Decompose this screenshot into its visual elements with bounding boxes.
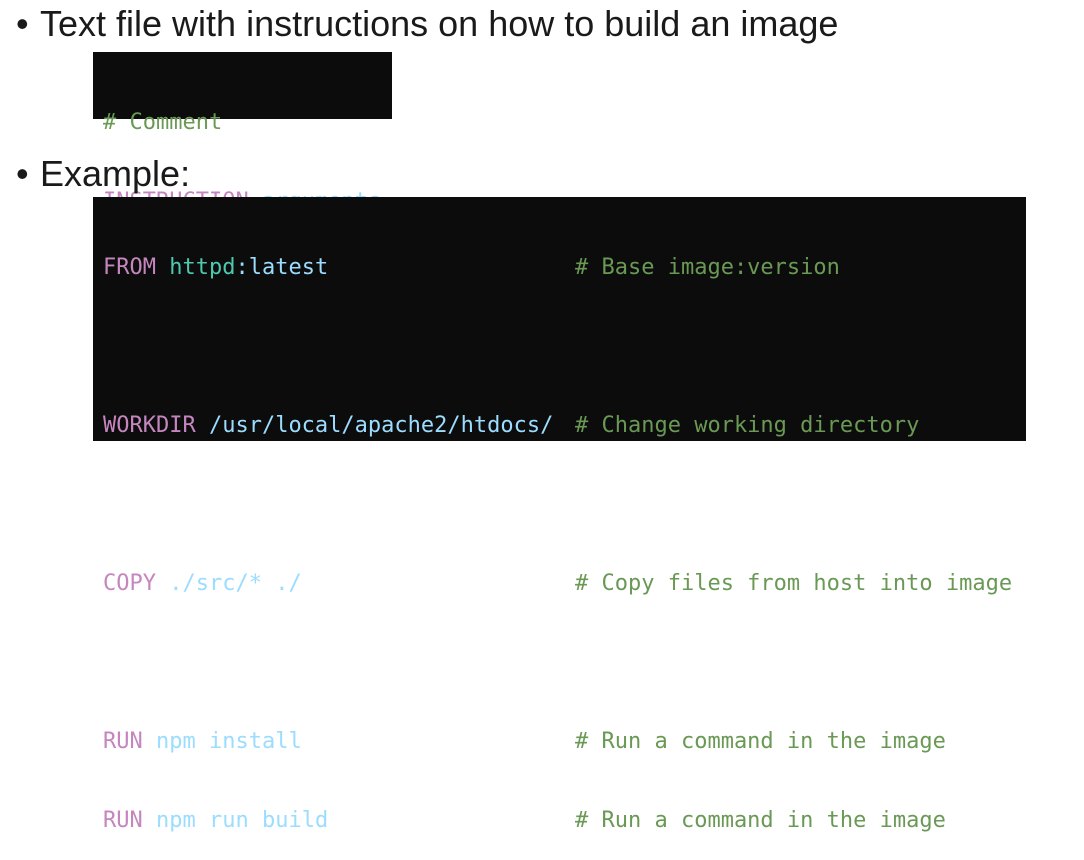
code-line-copy: COPY ./src/* ./ # Copy files from host in… bbox=[103, 569, 1016, 598]
syntax-comment: # Comment bbox=[103, 110, 223, 135]
code-line-run-build: RUN npm run build # Run a command in the … bbox=[103, 806, 1016, 835]
example-code-block: FROM httpd:latest # Base image:version WO… bbox=[93, 197, 1026, 833]
code-keyword: RUN bbox=[103, 729, 143, 754]
bullet-dot: • bbox=[16, 3, 29, 44]
code-comment: # Run a command in the image bbox=[575, 808, 946, 833]
code-keyword: WORKDIR bbox=[103, 413, 196, 438]
code-line-workdir: WORKDIR /usr/local/apache2/htdocs/ # Chan… bbox=[103, 411, 1016, 440]
code-comment: # Copy files from host into image bbox=[575, 571, 1013, 596]
code-keyword: FROM bbox=[103, 255, 156, 280]
code-argument: ./src/* ./ bbox=[169, 571, 302, 596]
code-line-from: FROM httpd:latest # Base image:version bbox=[103, 253, 1016, 282]
bullet-text: Text file with instructions on how to bu… bbox=[40, 3, 839, 44]
code-comment: # Change working directory bbox=[575, 413, 920, 438]
code-argument: /usr/local/apache2/htdocs/ bbox=[208, 413, 554, 438]
code-comment: # Run a command in the image bbox=[575, 729, 946, 754]
code-comment: # Base image:version bbox=[575, 255, 840, 280]
code-separator: : bbox=[235, 255, 249, 280]
syntax-code-block: # Comment INSTRUCTION arguments bbox=[93, 52, 392, 214]
code-image-tag: latest bbox=[248, 255, 329, 280]
code-keyword: COPY bbox=[103, 571, 156, 596]
code-keyword: RUN bbox=[103, 808, 143, 833]
bullet-dot: • bbox=[16, 153, 29, 194]
bullet-text: Example: bbox=[40, 153, 191, 194]
bullet-example: • Example: bbox=[16, 154, 190, 194]
code-argument: npm install bbox=[156, 729, 302, 754]
code-line-run-install: RUN npm install # Run a command in the im… bbox=[103, 727, 1016, 756]
bullet-dockerfile-description: • Text file with instructions on how to b… bbox=[16, 4, 838, 44]
code-image-name: httpd bbox=[169, 255, 236, 280]
code-argument: npm run build bbox=[156, 808, 329, 833]
